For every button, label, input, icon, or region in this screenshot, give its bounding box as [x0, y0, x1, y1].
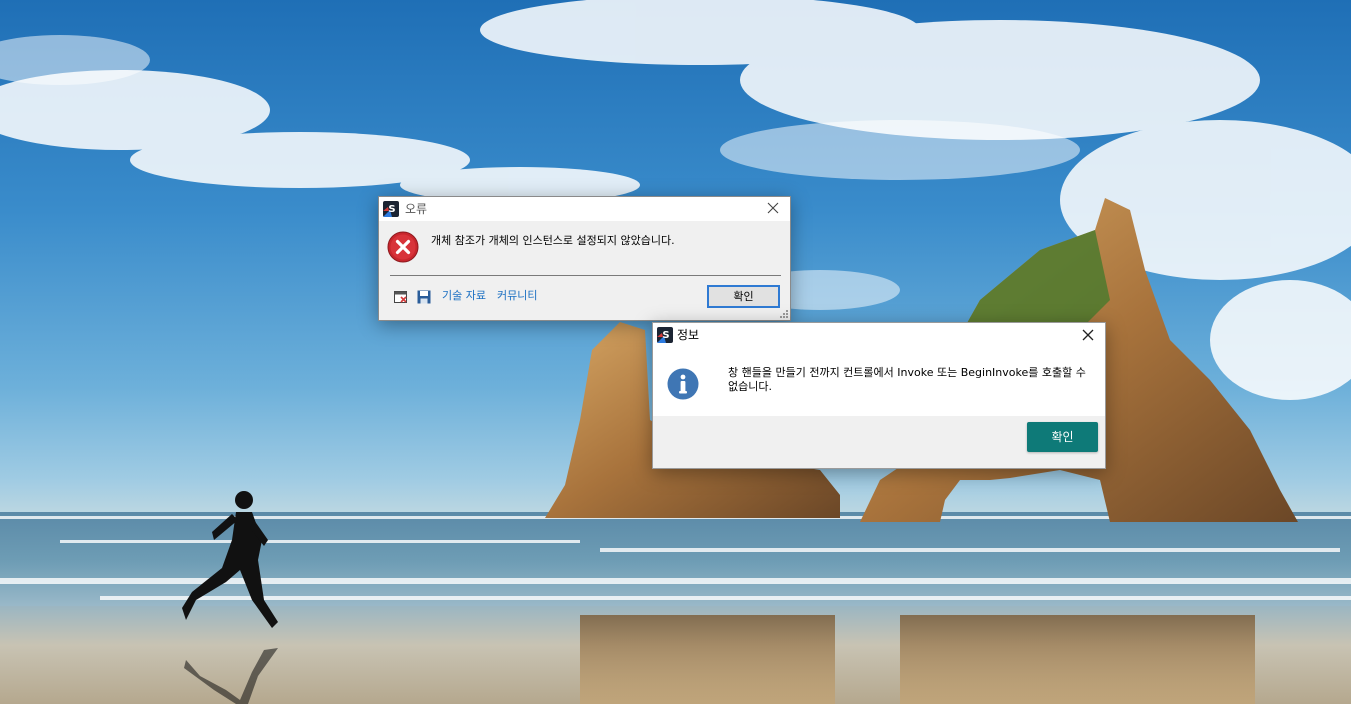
divider [390, 275, 781, 276]
error-message: 개체 참조가 개체의 인스턴스로 설정되지 않았습니다. [431, 234, 675, 247]
error-dialog-close-button[interactable] [758, 197, 788, 221]
close-icon [767, 202, 779, 214]
error-dialog: S 오류 개체 참조가 개체의 인스턴스로 설정되지 않았습니다. 기술 자료 … [378, 196, 791, 321]
community-link[interactable]: 커뮤니티 [497, 289, 537, 303]
info-dialog-titlebar[interactable]: S 정보 [653, 323, 1105, 347]
error-dialog-titlebar[interactable]: S 오류 [379, 197, 790, 221]
svg-text:S: S [662, 330, 669, 341]
technical-docs-link[interactable]: 기술 자료 [442, 289, 486, 303]
error-dialog-title: 오류 [405, 202, 428, 216]
info-dialog-close-button[interactable] [1073, 323, 1103, 347]
app-logo-icon: S [657, 327, 673, 343]
info-message: 창 핸들을 만들기 전까지 컨트롤에서 Invoke 또는 BeginInvok… [728, 366, 1086, 393]
error-x-icon [387, 231, 419, 263]
info-dialog-title: 정보 [677, 328, 700, 342]
error-ok-button[interactable]: 확인 [707, 285, 780, 308]
error-log-icon[interactable] [394, 290, 408, 304]
svg-text:S: S [388, 204, 395, 215]
info-dialog: S 정보 창 핸들을 만들기 전까지 컨트롤에서 Invoke 또는 Begin… [652, 322, 1106, 469]
resize-grip-icon[interactable] [779, 309, 789, 319]
info-ok-button[interactable]: 확인 [1027, 422, 1098, 452]
close-icon [1082, 329, 1094, 341]
save-icon[interactable] [417, 290, 431, 304]
information-icon [667, 368, 699, 400]
app-logo-icon: S [383, 201, 399, 217]
